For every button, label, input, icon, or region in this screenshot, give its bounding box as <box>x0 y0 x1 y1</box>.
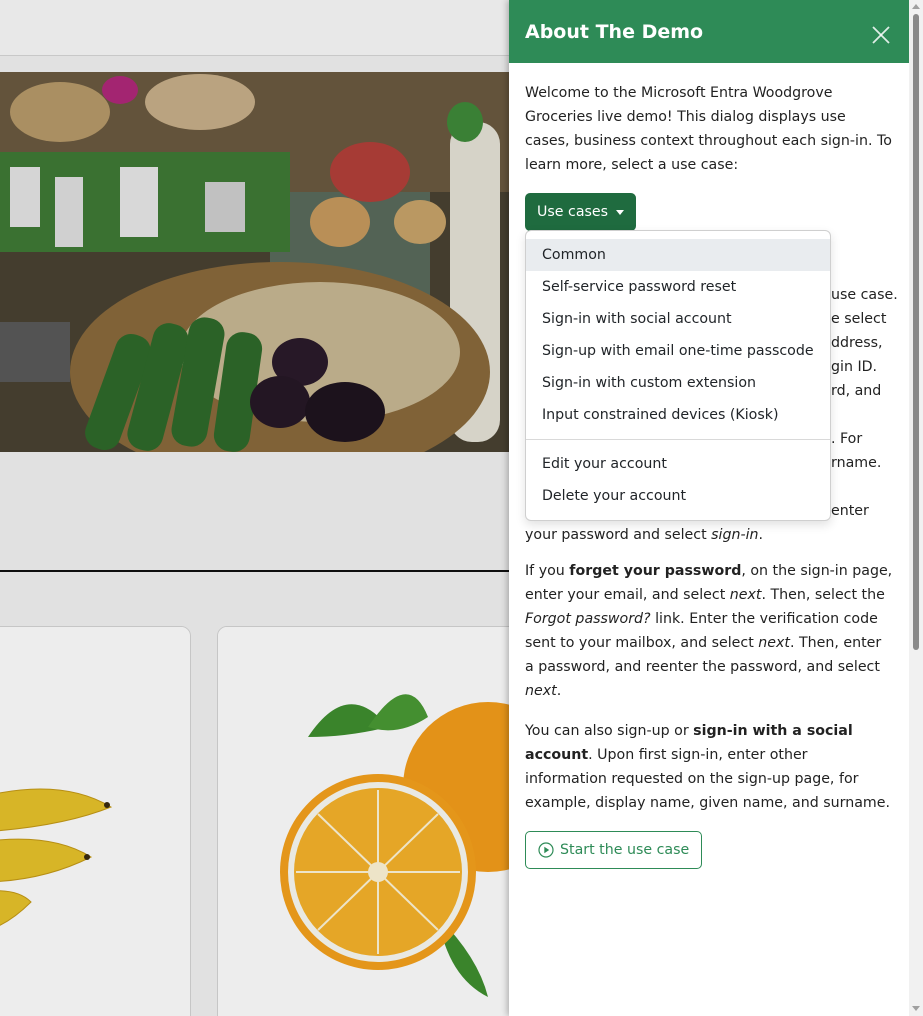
play-circle-icon <box>538 842 554 858</box>
dropdown-item-sign-in-social-account[interactable]: Sign-in with social account <box>526 303 830 335</box>
caret-down-icon <box>616 209 625 215</box>
close-icon <box>872 25 890 44</box>
covered-fragment: use case. <box>831 287 898 303</box>
scroll-up-arrow-icon[interactable] <box>912 4 920 9</box>
password-line: your password and select sign-in. <box>525 523 763 547</box>
text: . Then, select the <box>761 587 885 603</box>
use-cases-dropdown-menu: Common Self-service password reset Sign-… <box>525 230 831 521</box>
intro-text: Welcome to the Microsoft Entra Woodgrove… <box>525 85 892 173</box>
password-line-em: sign-in <box>711 527 759 543</box>
close-button[interactable] <box>869 23 893 47</box>
dropdown-item-common[interactable]: Common <box>526 239 830 271</box>
dropdown-item-sign-up-email-otp[interactable]: Sign-up with email one-time passcode <box>526 335 830 367</box>
use-cases-dropdown-label: Use cases <box>537 204 609 220</box>
covered-fragment: e select <box>831 311 887 327</box>
use-cases-dropdown-button[interactable]: Use cases <box>525 193 637 231</box>
text: . <box>556 683 562 699</box>
scroll-down-arrow-icon[interactable] <box>912 1006 920 1011</box>
vertical-scrollbar[interactable] <box>909 0 923 1016</box>
covered-fragment: enter <box>831 503 869 519</box>
forgot-password-emphasis: forget your password <box>569 563 742 579</box>
text-em: next <box>729 587 762 603</box>
panel-header: About The Demo <box>509 0 909 63</box>
social-account-paragraph: You can also sign-up or sign-in with a s… <box>525 719 893 815</box>
dropdown-item-edit-account[interactable]: Edit your account <box>526 448 830 480</box>
covered-fragment: . For <box>831 431 863 447</box>
bananas-image <box>0 627 190 1016</box>
dropdown-item-input-constrained-devices[interactable]: Input constrained devices (Kiosk) <box>526 399 830 431</box>
covered-fragment: rname. <box>831 455 882 471</box>
text-em: Forgot password? <box>525 611 651 627</box>
dropdown-item-self-service-password-reset[interactable]: Self-service password reset <box>526 271 830 303</box>
product-card-bananas[interactable] <box>0 626 191 1016</box>
start-use-case-button[interactable]: Start the use case <box>525 831 703 869</box>
text-em: next <box>758 635 790 651</box>
section-divider <box>0 570 520 572</box>
text-em: next <box>525 683 557 699</box>
start-use-case-label: Start the use case <box>560 842 690 858</box>
text: You can also sign-up or <box>525 723 694 739</box>
hero-image <box>0 72 520 452</box>
covered-fragment: gin ID. <box>831 359 878 375</box>
text: If you <box>525 563 570 579</box>
scrollbar-thumb[interactable] <box>913 14 919 650</box>
password-line-text: your password and select <box>525 527 712 543</box>
password-line-end: . <box>758 527 764 543</box>
covered-fragment: rd, and <box>831 383 882 399</box>
dropdown-item-sign-in-custom-extension[interactable]: Sign-in with custom extension <box>526 367 830 399</box>
orange-image <box>218 627 536 1016</box>
produce-display-illustration <box>0 72 520 452</box>
panel-title: About The Demo <box>525 20 704 43</box>
product-card-oranges[interactable] <box>217 626 537 1016</box>
forgot-password-paragraph: If you forget your password, on the sign… <box>525 559 893 703</box>
dropdown-item-delete-account[interactable]: Delete your account <box>526 480 830 512</box>
dropdown-divider <box>526 439 830 440</box>
covered-fragment: ddress, <box>831 335 883 351</box>
